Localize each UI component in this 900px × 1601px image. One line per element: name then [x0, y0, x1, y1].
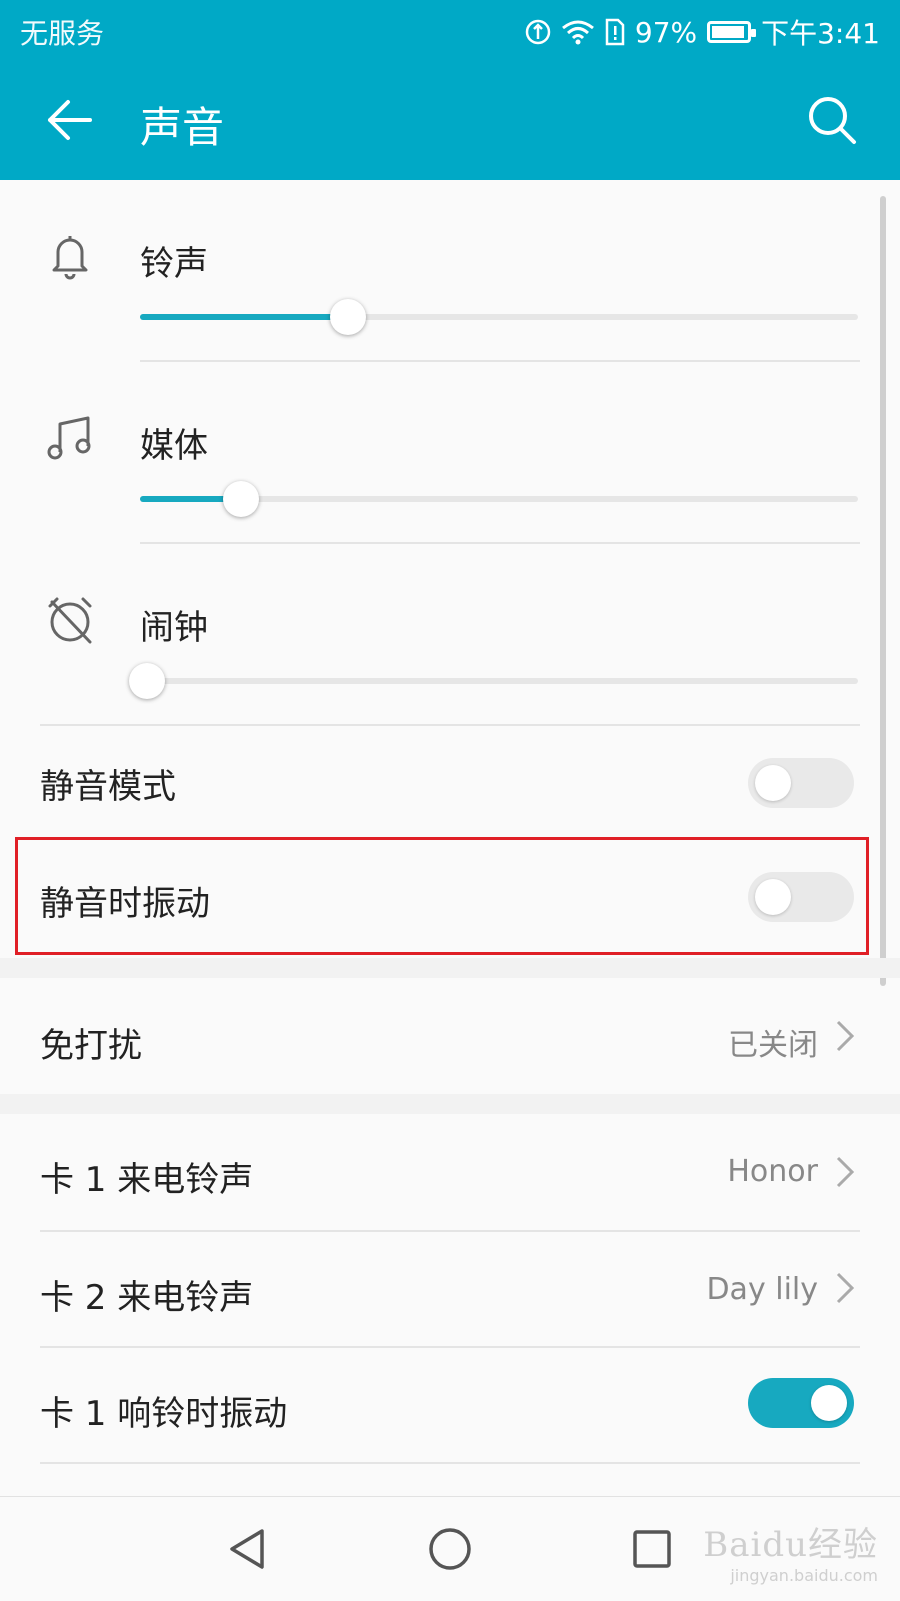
volume-label: 媒体 [140, 426, 208, 466]
sim1-ringtone-label: 卡 1 来电铃声 [40, 1160, 254, 1200]
data-saver-icon [525, 19, 551, 45]
wifi-icon [561, 20, 594, 45]
sim1-vibrate-ring-toggle[interactable] [748, 1378, 854, 1428]
slider-thumb[interactable] [330, 299, 367, 335]
sim2-ringtone-row[interactable]: 卡 2 来电铃声 Day lily [0, 1232, 900, 1346]
volume-row-alarm: 闹钟 [0, 554, 900, 734]
sim2-ringtone-label: 卡 2 来电铃声 [40, 1278, 254, 1318]
back-arrow-icon[interactable] [42, 92, 98, 148]
volume-row-media: 媒体 [0, 372, 900, 552]
sim1-ringtone-value: Honor [727, 1154, 818, 1189]
bell-icon [52, 236, 88, 280]
nav-home-icon[interactable] [424, 1523, 476, 1575]
nav-recents-icon[interactable] [626, 1523, 678, 1575]
music-note-icon [47, 416, 91, 460]
page-title: 声音 [140, 103, 225, 152]
section-gap [0, 1094, 900, 1114]
media-volume-slider[interactable] [140, 481, 858, 517]
battery-percent: 97% [634, 15, 698, 49]
chevron-right-icon [836, 1156, 855, 1188]
divider [140, 360, 860, 362]
navigation-bar: Baidu经验 jingyan.baidu.com [0, 1496, 900, 1601]
slider-thumb[interactable] [222, 481, 259, 517]
alarm-off-icon [48, 597, 92, 644]
silent-mode-label: 静音模式 [40, 767, 176, 807]
sim1-ringtone-row[interactable]: 卡 1 来电铃声 Honor [0, 1114, 900, 1230]
silent-mode-row[interactable]: 静音模式 [0, 726, 900, 834]
app-bar: 声音 [0, 62, 900, 180]
sim1-vibrate-ring-label: 卡 1 响铃时振动 [40, 1394, 288, 1434]
sim2-ringtone-value: Day lily [706, 1272, 818, 1307]
volume-label: 铃声 [140, 244, 208, 284]
watermark-url: jingyan.baidu.com [730, 1566, 878, 1585]
do-not-disturb-row[interactable]: 免打扰 已关闭 [0, 978, 900, 1094]
sim-alert-icon [605, 18, 625, 46]
clock: 下午3:41 [761, 17, 880, 50]
status-icons: 97% 下午3:41 [525, 12, 880, 52]
sim1-vibrate-ring-row[interactable]: 卡 1 响铃时振动 [0, 1348, 900, 1462]
section-gap [0, 958, 900, 978]
highlight-box [15, 837, 869, 955]
watermark-brand: Baidu经验 [703, 1525, 878, 1565]
watermark: Baidu经验 jingyan.baidu.com [703, 1517, 878, 1585]
silent-mode-toggle[interactable] [748, 758, 854, 808]
search-icon[interactable] [804, 92, 860, 148]
dnd-value: 已关闭 [728, 1028, 818, 1063]
carrier-text: 无服务 [20, 17, 105, 50]
chevron-right-icon [836, 1272, 855, 1304]
volume-row-ringtone: 铃声 [0, 190, 900, 370]
dnd-label: 免打扰 [40, 1026, 142, 1066]
alarm-volume-slider[interactable] [129, 663, 858, 699]
divider [140, 542, 860, 544]
volume-label: 闹钟 [140, 608, 208, 648]
ringtone-volume-slider[interactable] [140, 299, 858, 335]
status-bar: 无服务 97% 下午3:41 [0, 0, 900, 62]
slider-thumb[interactable] [129, 663, 166, 699]
divider [40, 1462, 860, 1464]
nav-back-icon[interactable] [222, 1523, 274, 1575]
battery-icon [707, 21, 757, 43]
chevron-right-icon [836, 1020, 855, 1052]
